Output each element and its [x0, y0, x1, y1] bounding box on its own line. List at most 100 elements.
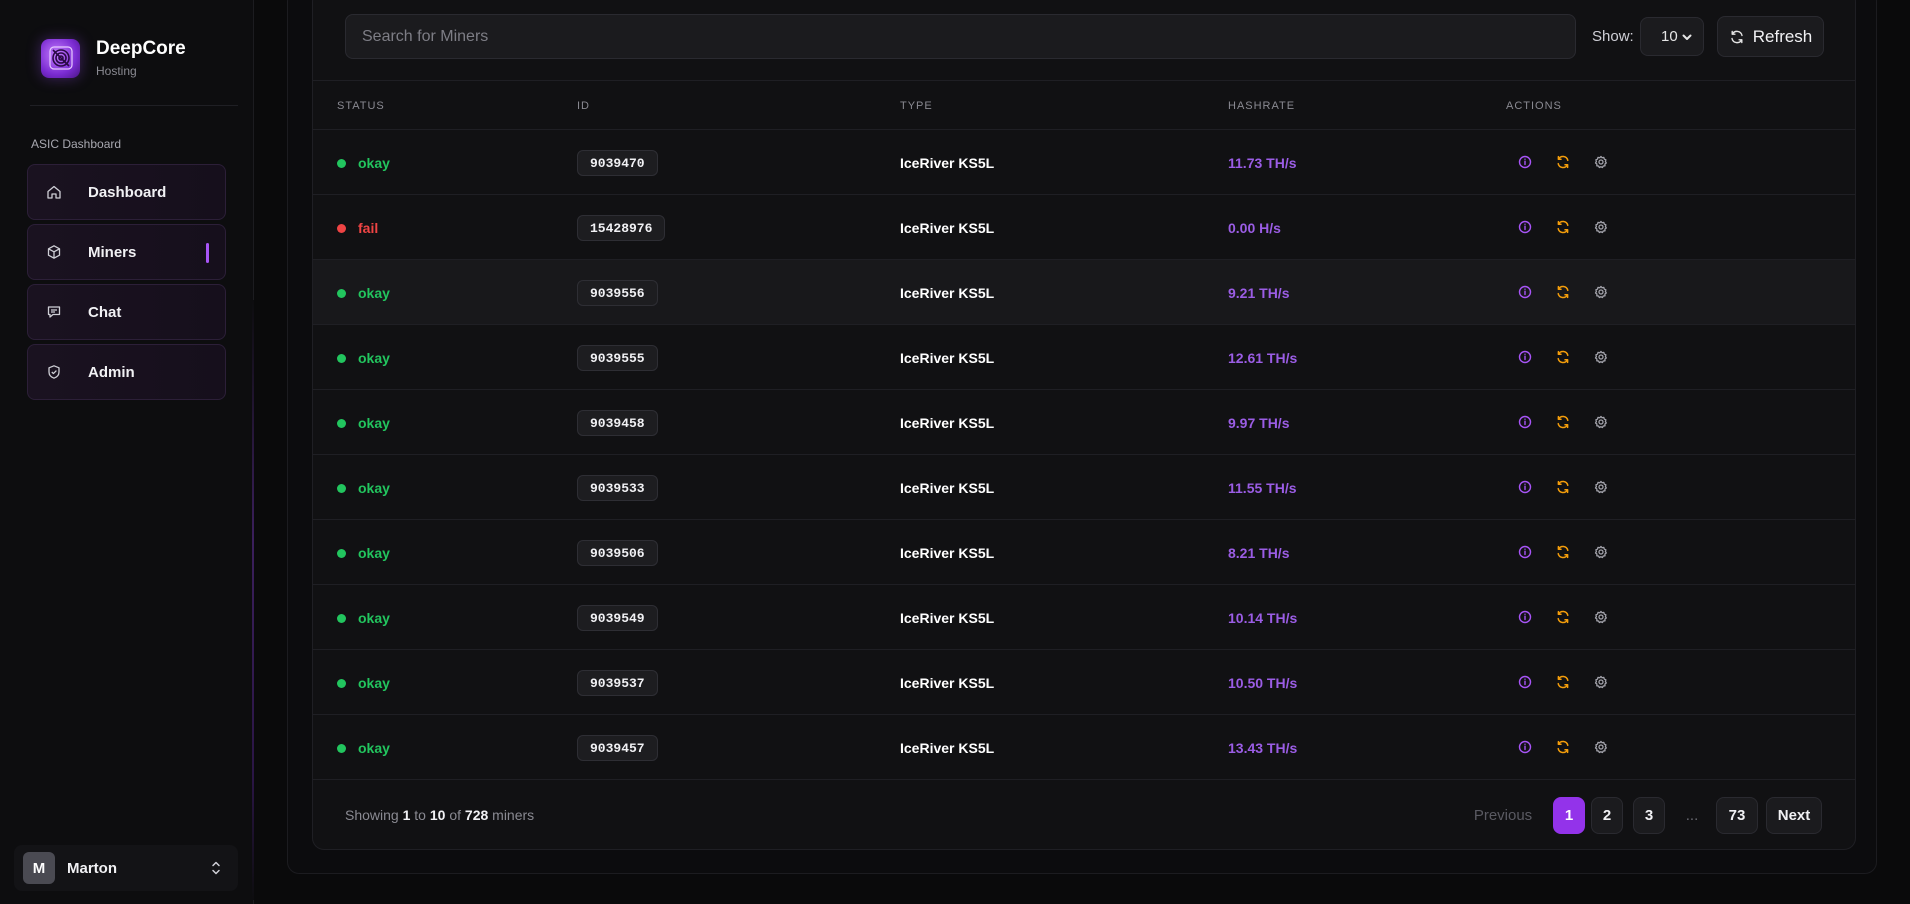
sidebar-item-chat[interactable]: Chat — [27, 284, 226, 340]
table-row[interactable]: okay 9039533 IceRiver KS5L 11.55 TH/s — [313, 455, 1855, 520]
miner-id[interactable]: 9039549 — [577, 605, 658, 631]
settings-icon[interactable] — [1592, 738, 1610, 756]
status-dot — [337, 483, 346, 493]
miner-hashrate: 11.73 TH/s — [1228, 155, 1297, 171]
table-row[interactable]: okay 9039555 IceRiver KS5L 12.61 TH/s — [313, 325, 1855, 390]
info-icon[interactable] — [1516, 543, 1534, 561]
pagination-page-1[interactable]: 1 — [1553, 797, 1585, 834]
sidebar-item-admin[interactable]: Admin — [27, 344, 226, 400]
status-text: okay — [358, 350, 390, 366]
chevron-down-icon — [1682, 34, 1692, 40]
miner-id[interactable]: 9039556 — [577, 280, 658, 306]
restart-icon[interactable] — [1554, 738, 1572, 756]
column-header-status[interactable]: STATUS — [337, 100, 385, 112]
show-label: Show: — [1592, 28, 1634, 45]
brand[interactable]: DeepCore Hosting — [41, 38, 186, 78]
status-badge: okay — [337, 480, 390, 496]
deepcore-logo-icon — [41, 38, 80, 78]
pagination-previous[interactable]: Previous — [1462, 797, 1544, 834]
miners-table-body: okay 9039470 IceRiver KS5L 11.73 TH/s fa… — [313, 130, 1855, 780]
refresh-button[interactable]: Refresh — [1717, 16, 1824, 57]
settings-icon[interactable] — [1592, 348, 1610, 366]
table-row[interactable]: okay 9039556 IceRiver KS5L 9.21 TH/s — [313, 260, 1855, 325]
sidebar-item-dashboard[interactable]: Dashboard — [27, 164, 226, 220]
info-icon[interactable] — [1516, 218, 1534, 236]
restart-icon[interactable] — [1554, 608, 1572, 626]
table-row[interactable]: okay 9039537 IceRiver KS5L 10.50 TH/s — [313, 650, 1855, 715]
refresh-label: Refresh — [1752, 26, 1813, 46]
table-row[interactable]: fail 15428976 IceRiver KS5L 0.00 H/s — [313, 195, 1855, 260]
miner-id[interactable]: 15428976 — [577, 215, 666, 241]
refresh-icon — [1731, 30, 1743, 43]
restart-icon[interactable] — [1554, 478, 1572, 496]
info-icon[interactable] — [1516, 153, 1534, 171]
settings-icon[interactable] — [1592, 673, 1610, 691]
miner-hashrate: 12.61 TH/s — [1228, 350, 1298, 366]
row-actions — [1516, 543, 1630, 561]
row-actions — [1516, 608, 1630, 626]
pagination-next[interactable]: Next — [1766, 797, 1822, 834]
summary-prefix: Showing — [345, 807, 403, 823]
info-icon[interactable] — [1516, 478, 1534, 496]
miner-id[interactable]: 9039457 — [577, 735, 658, 761]
settings-icon[interactable] — [1592, 478, 1610, 496]
table-row[interactable]: okay 9039458 IceRiver KS5L 9.97 TH/s — [313, 390, 1855, 455]
summary-suffix: miners — [488, 807, 535, 823]
restart-icon[interactable] — [1554, 673, 1572, 691]
chat-icon — [47, 306, 61, 318]
restart-icon[interactable] — [1554, 283, 1572, 301]
settings-icon[interactable] — [1592, 608, 1610, 626]
miner-id[interactable]: 9039506 — [577, 540, 658, 566]
status-dot — [337, 613, 346, 623]
info-icon[interactable] — [1516, 673, 1534, 691]
miner-type: IceRiver KS5L — [900, 285, 995, 301]
status-text: okay — [358, 285, 390, 301]
miner-id[interactable]: 9039537 — [577, 670, 658, 696]
sidebar-nav: Dashboard Miners Chat Admin — [27, 164, 226, 404]
status-badge: okay — [337, 155, 390, 171]
restart-icon[interactable] — [1554, 218, 1572, 236]
table-row[interactable]: okay 9039457 IceRiver KS5L 13.43 TH/s — [313, 715, 1855, 780]
restart-icon[interactable] — [1554, 413, 1572, 431]
settings-icon[interactable] — [1592, 283, 1610, 301]
settings-icon[interactable] — [1592, 218, 1610, 236]
settings-icon[interactable] — [1592, 543, 1610, 561]
status-text: okay — [358, 545, 390, 561]
sidebar-item-label: Miners — [88, 243, 137, 261]
miner-id[interactable]: 9039555 — [577, 345, 658, 371]
column-header-id[interactable]: ID — [577, 100, 590, 112]
miner-id[interactable]: 9039533 — [577, 475, 658, 501]
status-text: okay — [358, 740, 390, 756]
info-icon[interactable] — [1516, 348, 1534, 366]
table-row[interactable]: okay 9039549 IceRiver KS5L 10.14 TH/s — [313, 585, 1855, 650]
pagination-page-3[interactable]: 3 — [1633, 797, 1665, 834]
sidebar-item-miners[interactable]: Miners — [27, 224, 226, 280]
pagination-page-2[interactable]: 2 — [1591, 797, 1623, 834]
restart-icon[interactable] — [1554, 348, 1572, 366]
miner-id[interactable]: 9039470 — [577, 150, 658, 176]
miner-hashrate: 13.43 TH/s — [1228, 740, 1298, 756]
table-row[interactable]: okay 9039470 IceRiver KS5L 11.73 TH/s — [313, 130, 1855, 195]
settings-icon[interactable] — [1592, 153, 1610, 171]
info-icon[interactable] — [1516, 283, 1534, 301]
row-actions — [1516, 738, 1630, 756]
restart-icon[interactable] — [1554, 543, 1572, 561]
status-text: okay — [358, 155, 390, 171]
pagination-page-last[interactable]: 73 — [1716, 797, 1758, 834]
column-header-hashrate[interactable]: HASHRATE — [1228, 100, 1295, 112]
miner-type: IceRiver KS5L — [900, 350, 995, 366]
summary-total: 728 — [464, 807, 489, 823]
info-icon[interactable] — [1516, 738, 1534, 756]
sidebar-item-label: Admin — [88, 363, 135, 381]
user-menu[interactable]: M Marton — [14, 845, 238, 891]
miner-type: IceRiver KS5L — [900, 155, 995, 171]
info-icon[interactable] — [1516, 413, 1534, 431]
miner-id[interactable]: 9039458 — [577, 410, 658, 436]
table-row[interactable]: okay 9039506 IceRiver KS5L 8.21 TH/s — [313, 520, 1855, 585]
page-size-select[interactable]: 10 — [1640, 17, 1704, 56]
column-header-type[interactable]: TYPE — [900, 100, 933, 112]
restart-icon[interactable] — [1554, 153, 1572, 171]
search-input[interactable] — [345, 14, 1576, 59]
info-icon[interactable] — [1516, 608, 1534, 626]
settings-icon[interactable] — [1592, 413, 1610, 431]
